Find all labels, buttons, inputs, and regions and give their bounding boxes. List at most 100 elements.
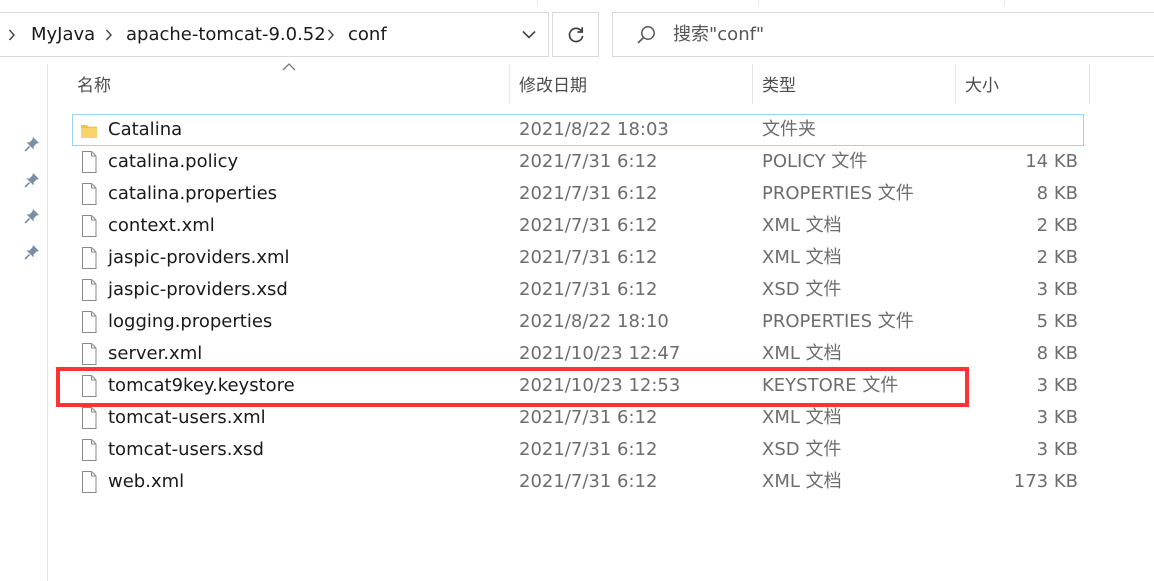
file-modified-date: 2021/10/23 12:53 <box>519 375 681 396</box>
chevron-right-icon[interactable] <box>5 13 19 56</box>
pin-icon[interactable] <box>23 243 41 261</box>
file-icon <box>80 278 98 302</box>
file-row[interactable]: server.xml 2021/10/23 12:47 XML 文档 8 KB <box>72 338 1084 370</box>
file-size: 14 KB <box>1025 151 1078 172</box>
file-name: catalina.policy <box>108 151 239 172</box>
file-type: 文件夹 <box>762 119 816 140</box>
chevron-right-icon[interactable] <box>324 13 338 56</box>
top-divider <box>758 0 759 6</box>
file-type: XML 文档 <box>762 247 842 268</box>
column-header-date[interactable]: 修改日期 <box>519 70 587 103</box>
file-row[interactable]: jaspic-providers.xsd 2021/7/31 6:12 XSD 文件… <box>72 274 1084 306</box>
folder-icon <box>80 118 98 142</box>
file-icon <box>80 182 98 206</box>
column-header-size[interactable]: 大小 <box>965 70 999 103</box>
search-placeholder: 搜索"conf" <box>673 24 765 45</box>
file-name: tomcat-users.xml <box>108 407 266 428</box>
file-size: 173 KB <box>1013 471 1078 492</box>
file-size: 3 KB <box>1036 407 1078 428</box>
file-type: POLICY 文件 <box>762 151 868 172</box>
refresh-icon <box>568 26 583 42</box>
file-size: 5 KB <box>1036 311 1078 332</box>
top-divider <box>1004 0 1005 6</box>
file-icon <box>80 438 98 462</box>
column-header-name[interactable]: 名称 <box>77 70 111 103</box>
file-modified-date: 2021/7/31 6:12 <box>519 247 658 268</box>
pin-icon[interactable] <box>23 207 41 225</box>
chevron-down-icon <box>522 30 536 39</box>
file-row[interactable]: jaspic-providers.xml 2021/7/31 6:12 XML 文档… <box>72 242 1084 274</box>
file-name: catalina.properties <box>108 183 278 204</box>
file-name: tomcat-users.xsd <box>108 439 264 460</box>
file-icon <box>80 150 98 174</box>
file-modified-date: 2021/7/31 6:12 <box>519 439 658 460</box>
refresh-button[interactable] <box>552 12 599 57</box>
file-modified-date: 2021/7/31 6:12 <box>519 215 658 236</box>
file-row[interactable]: tomcat-users.xsd 2021/7/31 6:12 XSD 文件 3 KB <box>72 434 1084 466</box>
file-icon <box>80 406 98 430</box>
file-modified-date: 2021/7/31 6:12 <box>519 407 658 428</box>
file-type: PROPERTIES 文件 <box>762 311 914 332</box>
chevron-right-icon[interactable] <box>102 13 116 56</box>
breadcrumb-item-conf[interactable]: conf <box>348 13 387 56</box>
file-type: XML 文档 <box>762 343 842 364</box>
file-icon <box>80 246 98 270</box>
sort-ascending-icon <box>282 63 296 71</box>
window-top-edge <box>0 0 1154 6</box>
file-type: XSD 文件 <box>762 439 842 460</box>
file-size: 8 KB <box>1036 343 1078 364</box>
top-divider <box>537 0 538 6</box>
file-modified-date: 2021/7/31 6:12 <box>519 183 658 204</box>
pin-icon[interactable] <box>23 135 41 153</box>
file-row[interactable]: catalina.properties 2021/7/31 6:12 PROPERT… <box>72 178 1084 210</box>
file-type: KEYSTORE 文件 <box>762 375 899 396</box>
file-name: tomcat9key.keystore <box>108 375 295 396</box>
file-name: logging.properties <box>108 311 273 332</box>
file-icon <box>80 374 98 398</box>
file-type: XSD 文件 <box>762 279 842 300</box>
file-modified-date: 2021/7/31 6:12 <box>519 471 658 492</box>
address-bar[interactable]: MyJava apache-tomcat-9.0.52 conf <box>0 12 549 57</box>
file-modified-date: 2021/7/31 6:12 <box>519 279 658 300</box>
history-dropdown-button[interactable] <box>514 13 544 56</box>
pin-icon[interactable] <box>23 171 41 189</box>
file-name: jaspic-providers.xml <box>108 247 290 268</box>
file-type: XML 文档 <box>762 471 842 492</box>
file-row[interactable]: context.xml 2021/7/31 6:12 XML 文档 2 KB <box>72 210 1084 242</box>
file-row[interactable]: tomcat-users.xml 2021/7/31 6:12 XML 文档 3 KB <box>72 402 1084 434</box>
file-size: 2 KB <box>1036 247 1078 268</box>
file-modified-date: 2021/8/22 18:03 <box>519 119 669 140</box>
file-icon <box>80 214 98 238</box>
file-row[interactable]: tomcat9key.keystore 2021/10/23 12:53 KEYST… <box>72 370 1084 402</box>
file-modified-date: 2021/8/22 18:10 <box>519 311 669 332</box>
file-size: 3 KB <box>1036 375 1078 396</box>
breadcrumb-item-tomcat[interactable]: apache-tomcat-9.0.52 <box>126 13 326 56</box>
file-name: context.xml <box>108 215 215 236</box>
column-divider[interactable] <box>509 64 510 104</box>
file-icon <box>80 470 98 494</box>
file-type: XML 文档 <box>762 215 842 236</box>
file-size: 3 KB <box>1036 279 1078 300</box>
search-icon <box>637 26 655 44</box>
column-divider[interactable] <box>752 64 753 104</box>
file-icon <box>80 342 98 366</box>
file-name: web.xml <box>108 471 185 492</box>
file-name: server.xml <box>108 343 203 364</box>
breadcrumb-item-myjava[interactable]: MyJava <box>31 13 95 56</box>
file-name: Catalina <box>108 119 183 140</box>
file-row[interactable]: catalina.policy 2021/7/31 6:12 POLICY 文件 14… <box>72 146 1084 178</box>
navigation-pane[interactable] <box>0 60 48 581</box>
file-row[interactable]: web.xml 2021/7/31 6:12 XML 文档 173 KB <box>72 466 1084 498</box>
file-modified-date: 2021/7/31 6:12 <box>519 151 658 172</box>
search-box[interactable]: 搜索"conf" <box>612 12 1154 57</box>
column-header-type[interactable]: 类型 <box>762 70 796 103</box>
file-type: XML 文档 <box>762 407 842 428</box>
file-size: 2 KB <box>1036 215 1078 236</box>
file-row[interactable]: logging.properties 2021/8/22 18:10 PROPERT… <box>72 306 1084 338</box>
folder-row[interactable]: Catalina 2021/8/22 18:03 文件夹 <box>72 114 1084 146</box>
pane-divider[interactable] <box>47 64 48 581</box>
file-type: PROPERTIES 文件 <box>762 183 914 204</box>
file-icon <box>80 310 98 334</box>
column-divider[interactable] <box>955 64 956 104</box>
column-divider[interactable] <box>1089 64 1090 104</box>
